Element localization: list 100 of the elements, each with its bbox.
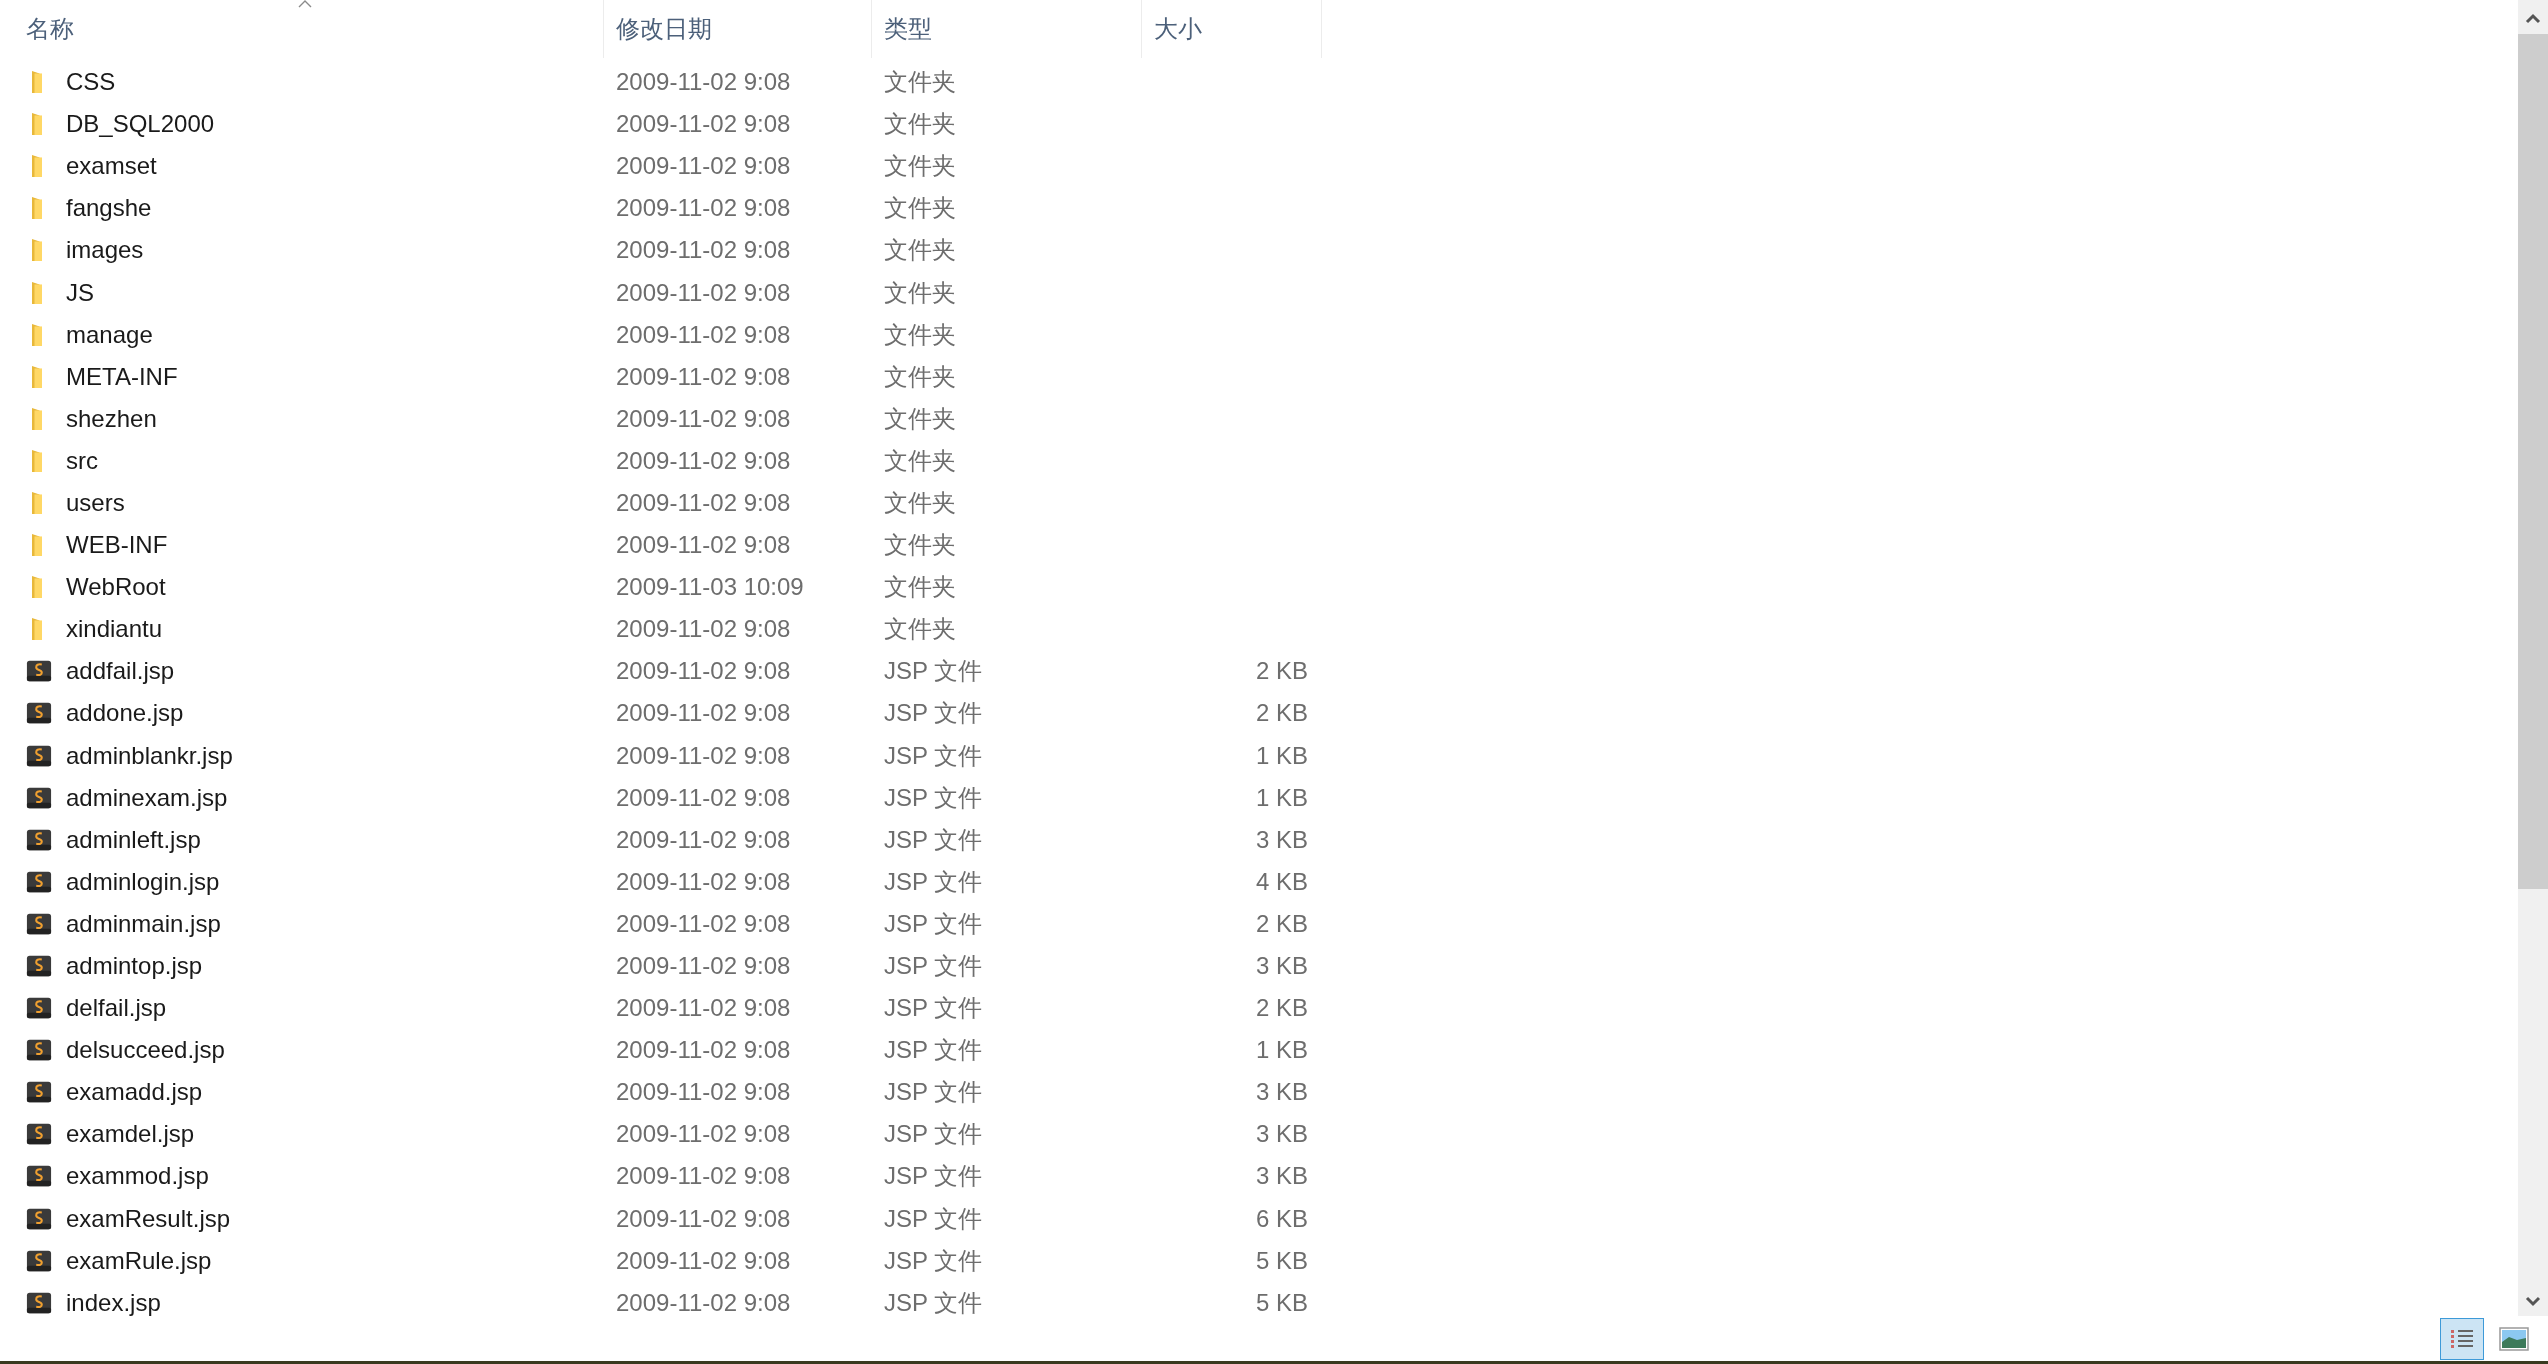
column-header[interactable]: 修改日期 xyxy=(616,13,712,45)
modified-date: 2009-11-02 9:08 xyxy=(616,152,791,181)
file-icon xyxy=(26,827,52,852)
vertical-scrollbar[interactable] xyxy=(2518,0,2548,1316)
file-name[interactable]: examResult.jsp xyxy=(66,1204,231,1233)
file-type: JSP 文件 xyxy=(884,1035,983,1066)
modified-date: 2009-11-02 9:08 xyxy=(616,1162,791,1191)
file-icon xyxy=(26,954,52,978)
file-icon xyxy=(26,996,52,1021)
file-size: 3 KB xyxy=(1255,1162,1308,1191)
modified-date: 2009-11-02 9:08 xyxy=(616,531,791,560)
column-header[interactable]: 类型 xyxy=(884,13,932,45)
file-type: JSP 文件 xyxy=(884,951,983,981)
details-view-button[interactable] xyxy=(2440,1317,2484,1360)
file-type: JSP 文件 xyxy=(884,824,983,855)
file-size: 3 KB xyxy=(1255,952,1308,980)
file-name[interactable]: adminlogin.jsp xyxy=(66,867,220,896)
file-type: JSP 文件 xyxy=(884,1119,983,1150)
file-type: JSP 文件 xyxy=(884,1161,983,1192)
file-name[interactable]: shezhen xyxy=(66,404,157,433)
file-icon xyxy=(26,911,52,936)
folder-icon xyxy=(32,365,42,388)
file-type: 文件夹 xyxy=(884,151,956,182)
column-header[interactable]: 大小 xyxy=(1154,13,1202,45)
modified-date: 2009-11-02 9:08 xyxy=(616,1204,791,1233)
file-type: 文件夹 xyxy=(884,277,956,308)
file-name[interactable]: adminexam.jsp xyxy=(66,783,228,812)
file-icon xyxy=(26,701,52,726)
file-type: JSP 文件 xyxy=(884,1077,983,1108)
file-name[interactable]: index.jsp xyxy=(66,1288,161,1316)
file-type: JSP 文件 xyxy=(884,908,983,939)
file-icon xyxy=(26,1122,52,1147)
file-icon xyxy=(26,1080,52,1105)
modified-date: 2009-11-02 9:08 xyxy=(616,1078,791,1107)
file-icon xyxy=(26,659,52,684)
file-name[interactable]: DB_SQL2000 xyxy=(66,110,215,139)
modified-date: 2009-11-02 9:08 xyxy=(616,446,791,475)
file-type: JSP 文件 xyxy=(884,866,983,897)
file-type: 文件夹 xyxy=(884,572,956,603)
file-name[interactable]: exammod.jsp xyxy=(66,1162,209,1191)
file-size: 1 KB xyxy=(1255,1036,1308,1065)
file-name[interactable]: manage xyxy=(66,320,153,349)
file-name[interactable]: adminleft.jsp xyxy=(66,825,201,854)
modified-date: 2009-11-03 10:09 xyxy=(616,573,804,602)
file-size: 2 KB xyxy=(1255,699,1308,728)
file-name[interactable]: addfail.jsp xyxy=(66,657,175,686)
folder-icon xyxy=(32,281,42,304)
file-size: 1 KB xyxy=(1255,741,1308,770)
file-name[interactable]: examset xyxy=(66,152,157,181)
file-name[interactable]: delfail.jsp xyxy=(66,994,167,1023)
file-icon xyxy=(26,1164,52,1189)
file-name[interactable]: admintop.jsp xyxy=(66,952,203,980)
modified-date: 2009-11-02 9:08 xyxy=(616,994,791,1023)
file-name[interactable]: xindiantu xyxy=(66,615,163,644)
modified-date: 2009-11-02 9:08 xyxy=(616,362,791,391)
scroll-thumb[interactable] xyxy=(2518,34,2548,889)
file-type: JSP 文件 xyxy=(884,1245,983,1276)
file-name[interactable]: adminmain.jsp xyxy=(66,909,221,938)
file-icon xyxy=(26,1290,52,1315)
file-name[interactable]: adminblankr.jsp xyxy=(66,741,233,770)
file-size: 2 KB xyxy=(1255,994,1308,1023)
modified-date: 2009-11-02 9:08 xyxy=(616,489,791,517)
modified-date: 2009-11-02 9:08 xyxy=(616,110,791,139)
modified-date: 2009-11-02 9:08 xyxy=(616,1120,791,1149)
file-name[interactable]: CSS xyxy=(66,68,116,97)
file-name[interactable]: fangshe xyxy=(66,194,152,223)
file-name[interactable]: examRule.jsp xyxy=(66,1246,212,1275)
file-name[interactable]: WebRoot xyxy=(66,573,166,602)
file-type: JSP 文件 xyxy=(884,1287,983,1316)
modified-date: 2009-11-02 9:08 xyxy=(616,194,791,223)
file-name[interactable]: META-INF xyxy=(66,362,178,391)
file-name[interactable]: src xyxy=(66,446,98,475)
file-icon xyxy=(26,743,52,768)
folder-icon xyxy=(32,576,42,599)
file-name[interactable]: delsucceed.jsp xyxy=(66,1036,225,1065)
modified-date: 2009-11-02 9:08 xyxy=(616,1036,791,1065)
file-type: 文件夹 xyxy=(884,193,956,224)
file-name[interactable]: examadd.jsp xyxy=(66,1078,203,1107)
file-name[interactable]: addone.jsp xyxy=(66,699,184,728)
file-size: 3 KB xyxy=(1255,825,1308,854)
modified-date: 2009-11-02 9:08 xyxy=(616,952,791,980)
file-type: 文件夹 xyxy=(884,235,956,266)
modified-date: 2009-11-02 9:08 xyxy=(616,68,791,97)
modified-date: 2009-11-02 9:08 xyxy=(616,278,791,307)
file-type: 文件夹 xyxy=(884,614,956,645)
file-size: 2 KB xyxy=(1255,657,1308,686)
file-name[interactable]: images xyxy=(66,236,144,265)
file-size: 5 KB xyxy=(1255,1246,1308,1275)
modified-date: 2009-11-02 9:08 xyxy=(616,1288,791,1316)
file-type: 文件夹 xyxy=(884,319,956,350)
file-type: 文件夹 xyxy=(884,488,956,518)
file-type: 文件夹 xyxy=(884,445,956,476)
file-name[interactable]: WEB-INF xyxy=(66,531,168,560)
file-icon xyxy=(26,1038,52,1063)
file-name[interactable]: examdel.jsp xyxy=(66,1120,195,1149)
file-name[interactable]: JS xyxy=(66,278,94,307)
folder-icon xyxy=(32,534,42,557)
file-name[interactable]: users xyxy=(66,489,125,517)
column-header[interactable]: 名称 xyxy=(26,13,74,45)
file-icon xyxy=(26,1206,52,1231)
